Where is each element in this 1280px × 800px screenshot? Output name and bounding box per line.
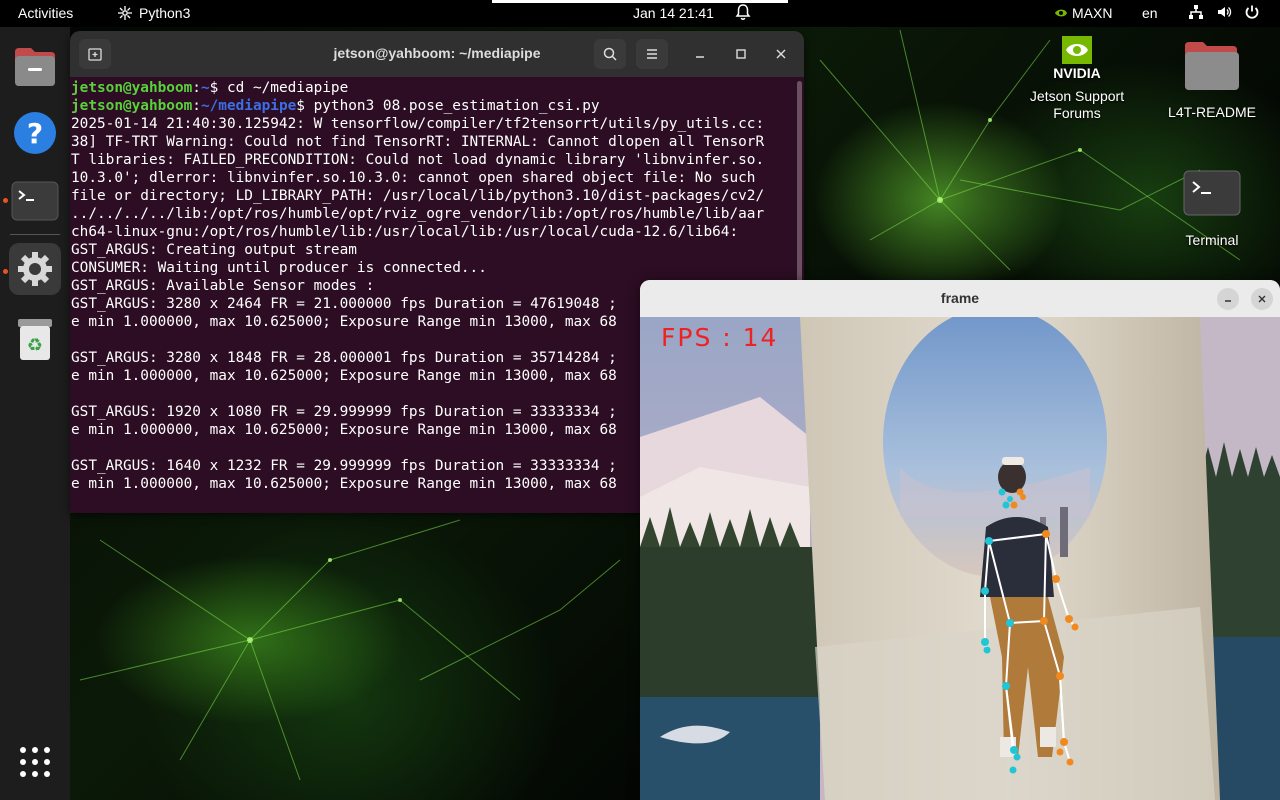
camera-image (640, 307, 1280, 800)
python-app-icon (118, 6, 132, 20)
settings-icon (18, 252, 52, 286)
folder-icon (15, 48, 55, 86)
frame-header-bar[interactable]: frame (640, 280, 1280, 317)
close-icon (1258, 295, 1266, 303)
top-bar: Activities Python3 Jan 14 21:41 MAXN en (0, 0, 1280, 27)
maximize-button[interactable] (725, 39, 757, 69)
dock-running-indicator (3, 198, 8, 203)
svg-text:♻: ♻ (27, 335, 43, 356)
terminal-line: CONSUMER: Waiting until producer is conn… (71, 260, 487, 276)
nvidia-eye-icon (1055, 9, 1067, 17)
desktop-icon-label: Forums (1053, 105, 1101, 121)
trash-icon: ♻ (18, 319, 52, 360)
close-button[interactable] (765, 39, 797, 69)
bell-icon[interactable] (735, 3, 751, 24)
clock[interactable]: Jan 14 21:41 (633, 5, 714, 21)
dock-files[interactable] (9, 40, 61, 92)
nvidia-logo-text: NVIDIA (1053, 65, 1100, 81)
app-menu-label: Python3 (139, 5, 191, 21)
dock-settings[interactable] (9, 243, 61, 295)
terminal-line: ../../../../lib:/opt/ros/humble/opt/rviz… (71, 206, 765, 222)
prompt-command: $ cd ~/mediapipe (209, 80, 349, 96)
activities-button[interactable]: Activities (18, 5, 73, 21)
system-status-area[interactable] (1188, 4, 1260, 20)
folder-icon (1185, 42, 1239, 90)
frame-title: frame (940, 290, 980, 306)
terminal-icon (1183, 170, 1241, 216)
terminal-line: GST_ARGUS: Creating output stream (71, 242, 357, 258)
menu-button[interactable] (636, 39, 668, 69)
terminal-scrollbar[interactable] (797, 81, 802, 309)
terminal-line: 2025-01-14 21:40:30.125942: W tensorflow… (71, 116, 765, 132)
search-button[interactable] (594, 39, 626, 69)
apps-grid-icon (20, 747, 50, 777)
terminal-line: 38] TF-TRT Warning: Could not find Tenso… (71, 134, 765, 150)
frame-minimize-button[interactable] (1217, 288, 1239, 310)
terminal-header-bar[interactable]: jetson@yahboom: ~/mediapipe (70, 31, 804, 77)
nvidia-logo: NVIDIA (1053, 36, 1101, 81)
prompt-user: jetson@yahboom (71, 98, 193, 114)
app-menu[interactable]: Python3 (117, 5, 190, 21)
desktop-icon-label: L4T-README (1168, 104, 1256, 120)
desktop-icon-label: Jetson Support (1029, 88, 1125, 104)
dock-terminal[interactable] (9, 175, 61, 227)
power-icon (1245, 5, 1259, 19)
terminal-icon (11, 181, 59, 221)
search-icon (603, 47, 617, 61)
prompt-line: jetson@yahboom:~$ cd ~/mediapipe (71, 80, 349, 96)
terminal-line: file or directory; LD_LIBRARY_PATH: /usr… (71, 188, 765, 204)
minimize-button[interactable] (684, 39, 716, 69)
dock: ? ♻ (0, 27, 70, 800)
dock-help[interactable]: ? (9, 107, 61, 159)
desktop-icon-label: Terminal (1185, 232, 1239, 248)
desktop-icon-l4t-readme[interactable]: L4T-README (1157, 38, 1267, 121)
desktop-icon-terminal[interactable]: Terminal (1157, 170, 1267, 249)
prompt-path: ~/mediapipe (200, 98, 297, 114)
volume-icon (1218, 7, 1232, 17)
prompt-line: jetson@yahboom:~/mediapipe$ python3 08.p… (71, 98, 600, 114)
minimize-icon (1225, 300, 1231, 302)
terminal-line: ch64-linux-gnu:/opt/ros/humble/lib:/usr/… (71, 224, 739, 240)
close-icon (776, 49, 786, 59)
frame-window[interactable]: frame FPS: 14 (640, 280, 1280, 800)
hamburger-menu-icon (647, 49, 657, 59)
language-indicator[interactable]: en (1142, 5, 1158, 21)
prompt-command: $ python3 08.pose_estimation_csi.py (296, 98, 600, 114)
power-mode-label: MAXN (1072, 5, 1113, 21)
dock-separator (10, 234, 60, 235)
terminal-line: 10.3.0'; dlerror: libnvinfer.so.10.3.0: … (71, 170, 756, 186)
camera-view: FPS : 14 (640, 307, 1280, 800)
svg-text:?: ? (27, 117, 43, 150)
maximize-icon (736, 49, 746, 59)
fps-overlay: FPS : 14 (661, 323, 779, 352)
minimize-icon (696, 56, 704, 58)
power-mode-indicator[interactable]: MAXN (1054, 5, 1112, 21)
apps-grid-button[interactable] (18, 745, 52, 783)
frame-close-button[interactable] (1251, 288, 1273, 310)
prompt-path: ~ (200, 80, 210, 96)
help-icon: ? (14, 112, 56, 154)
desktop-icon-jetson-forums[interactable]: NVIDIA Jetson Support Forums (1022, 34, 1132, 122)
terminal-line: T libraries: FAILED_PRECONDITION: Could … (71, 152, 765, 168)
prompt-user: jetson@yahboom (71, 80, 193, 96)
dock-running-indicator (3, 269, 8, 274)
dock-trash[interactable]: ♻ (9, 313, 61, 365)
network-icon (1189, 5, 1203, 19)
